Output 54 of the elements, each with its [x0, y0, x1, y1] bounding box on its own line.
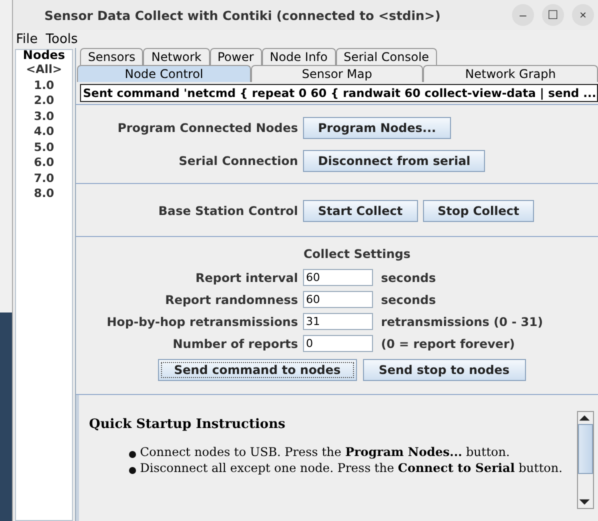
unit-label: seconds	[381, 292, 436, 306]
node-item[interactable]: 4.0	[34, 124, 54, 140]
tab[interactable]: Sensor Map	[251, 65, 423, 82]
window-title: Sensor Data Collect with Contiki (connected to <stdin>)	[43, 8, 442, 22]
scroll-thumb[interactable]	[578, 424, 593, 474]
action-button[interactable]: Disconnect from serial	[303, 150, 486, 172]
field-label: Base Station Control	[157, 204, 298, 218]
window-control-button[interactable]: ×	[572, 4, 594, 26]
window-control-button[interactable]: –	[512, 4, 534, 26]
tab[interactable]: Node Info	[262, 48, 336, 65]
bullet-icon	[129, 451, 136, 458]
action-button[interactable]: Send command to nodes	[158, 359, 357, 381]
node-item[interactable]: 7.0	[34, 170, 54, 186]
unit-label: (0 = report forever)	[381, 336, 515, 350]
tab[interactable]: Network Graph	[423, 65, 598, 82]
node-item[interactable]: 8.0	[34, 186, 54, 202]
node-item[interactable]: 1.0	[34, 78, 54, 93]
field-label: Report randomness	[164, 292, 298, 306]
instruction-text: Disconnect all except one node. Press the Connect to Serial button.	[140, 461, 562, 476]
input-field[interactable]: 0	[303, 335, 373, 352]
instructions-heading: Quick Startup Instructions	[89, 417, 286, 432]
input-field[interactable]: 60	[303, 291, 373, 308]
menu-item[interactable]: Tools	[46, 32, 78, 46]
action-button[interactable]: Program Nodes...	[303, 117, 452, 139]
unit-label: retransmissions (0 - 31)	[381, 314, 543, 328]
section-title: Collect Settings	[302, 247, 412, 261]
field-label: Report interval	[194, 270, 298, 284]
menu-item[interactable]: File	[16, 32, 38, 46]
node-item[interactable]: 2.0	[34, 93, 54, 108]
input-field[interactable]: 60	[303, 269, 373, 286]
instruction-text: Connect nodes to USB. Press the Program Nodes... button.	[140, 445, 510, 460]
status-field: Sent command 'netcmd { repeat 0 60 { randwait 60 collect-view-data | send ...	[80, 84, 598, 102]
input-field[interactable]: 31	[303, 313, 373, 330]
field-label: Number of reports	[172, 336, 298, 350]
action-button[interactable]: Stop Collect	[422, 200, 534, 222]
tab[interactable]: Network	[143, 48, 210, 65]
tab[interactable]: Sensors	[80, 48, 144, 65]
field-label: Serial Connection	[178, 154, 298, 168]
field-label: Program Connected Nodes	[116, 121, 298, 135]
panel-title: Nodes	[22, 48, 66, 62]
node-item[interactable]: 3.0	[34, 108, 54, 124]
tab[interactable]: Node Control	[77, 65, 251, 82]
node-item[interactable]: 5.0	[34, 140, 54, 155]
scrollbar[interactable]	[577, 411, 594, 509]
field-label: Hop-by-hop retransmissions	[106, 314, 298, 328]
tab[interactable]: Serial Console	[336, 48, 438, 65]
action-button[interactable]: Send stop to nodes	[362, 359, 526, 381]
node-item[interactable]: <All>	[26, 62, 62, 78]
unit-label: seconds	[381, 270, 436, 284]
node-item[interactable]: 6.0	[34, 155, 54, 170]
bullet-icon	[129, 467, 136, 474]
action-button[interactable]: Start Collect	[303, 200, 418, 222]
window-control-button[interactable]: ☐	[542, 4, 564, 26]
tab[interactable]: Power	[210, 48, 262, 65]
